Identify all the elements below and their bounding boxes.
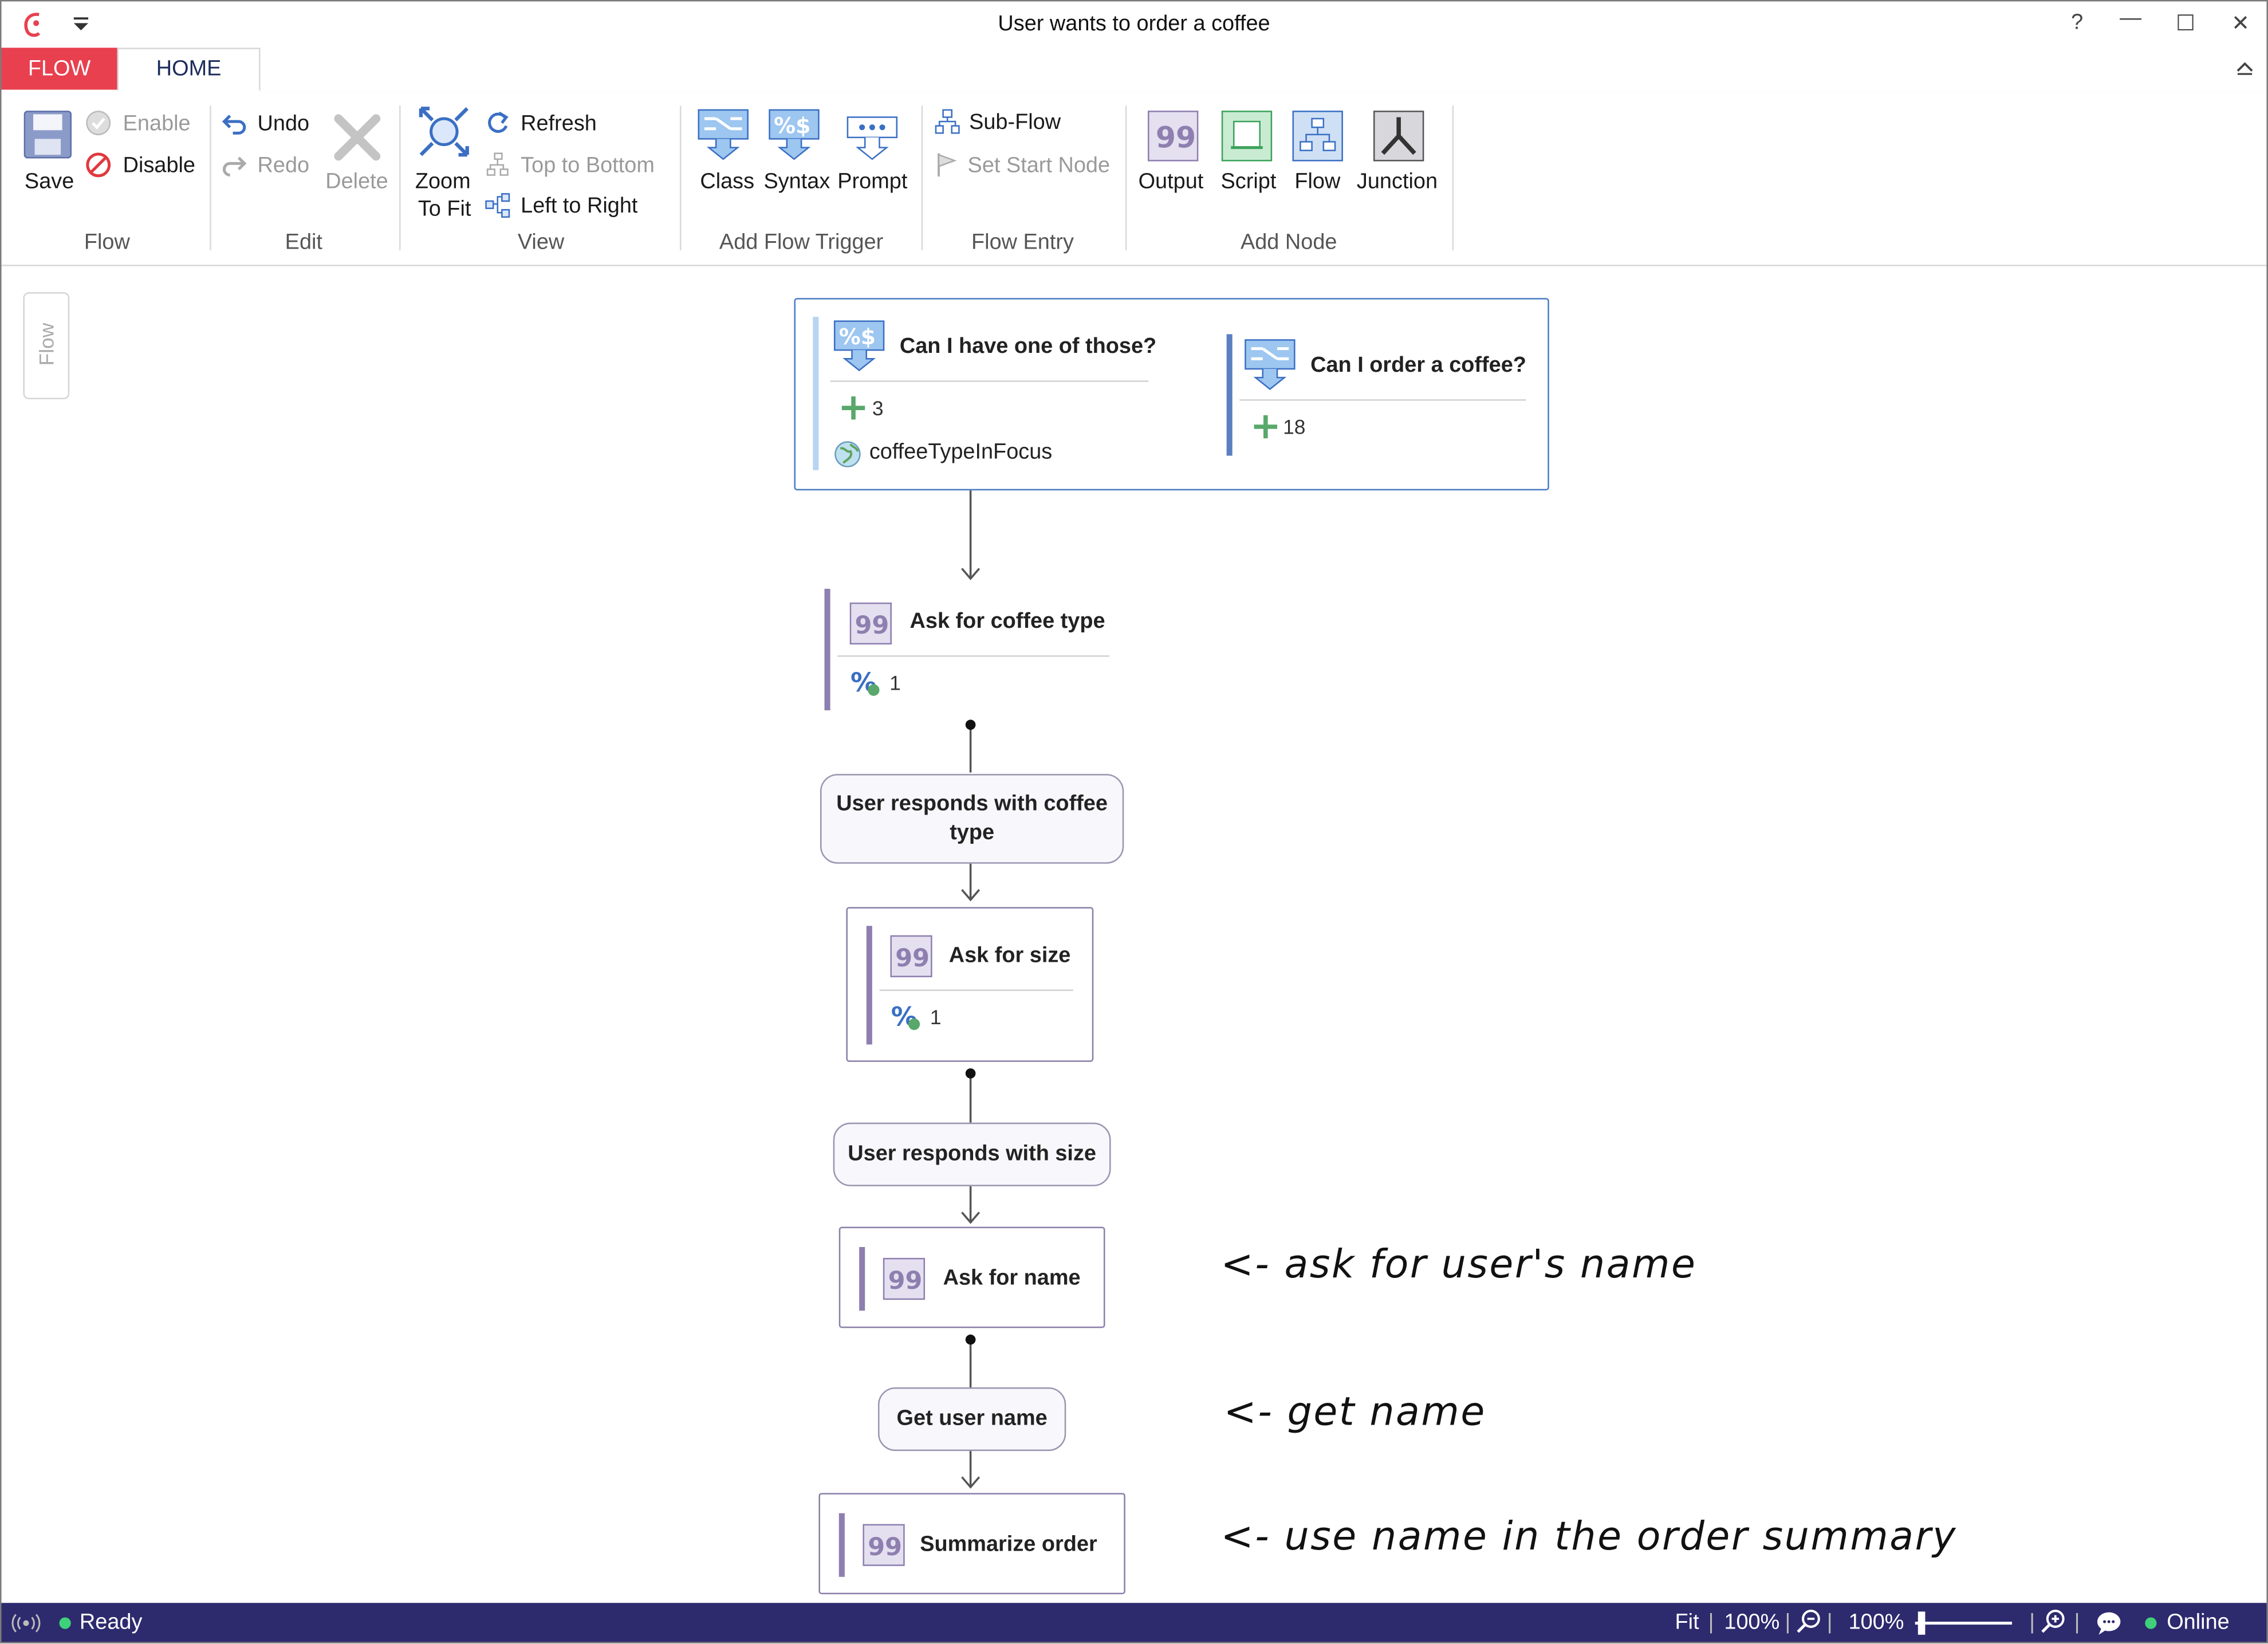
ask-size-count: 1	[930, 1005, 942, 1029]
node-bar	[838, 1513, 845, 1577]
ask-coffee-type-count: 1	[889, 671, 901, 695]
annotation-ask-name: <- ask for user's name	[1220, 1242, 1697, 1288]
node-bar	[859, 1246, 865, 1311]
svg-text:99: 99	[855, 611, 889, 640]
connector-dot	[965, 1068, 976, 1079]
connector-dot	[965, 1334, 976, 1345]
zoom-in-icon[interactable]	[2039, 1608, 2069, 1634]
node-bar	[824, 588, 830, 711]
syntax-mapping-icon: %	[891, 1002, 920, 1032]
ask-size-node[interactable]: 99 Ask for size % 1	[846, 907, 1094, 1062]
divider	[1239, 399, 1526, 401]
svg-text:99: 99	[888, 1267, 923, 1295]
summarize-order-title: Summarize order	[920, 1532, 1097, 1557]
output-node-icon: 99	[849, 602, 892, 645]
zoom-slider-track[interactable]	[1915, 1622, 2012, 1625]
divider	[837, 655, 1110, 657]
fit-button[interactable]: Fit	[1675, 1610, 1699, 1635]
ask-coffee-type-node[interactable]: 99 Ask for coffee type % 1	[823, 588, 1118, 711]
node-bar	[866, 926, 872, 1045]
divider	[830, 380, 1149, 382]
broadcast-icon	[11, 1614, 41, 1633]
online-status-dot	[2145, 1617, 2157, 1629]
trigger-a-variable: coffeeTypeInFocus	[869, 439, 1053, 465]
summarize-order-node[interactable]: 99 Summarize order	[818, 1493, 1125, 1595]
ask-coffee-type-title: Ask for coffee type	[909, 609, 1105, 634]
zoom-out-icon[interactable]	[1795, 1608, 1824, 1634]
syntax-mapping-icon: %	[850, 667, 880, 698]
trigger-b-title: Can I order a coffee?	[1310, 353, 1526, 378]
syntax-trigger-icon: %$	[833, 320, 885, 372]
trigger-a-bar	[813, 317, 819, 470]
ready-status-dot	[59, 1617, 71, 1629]
status-online: Online	[2167, 1610, 2230, 1635]
status-ready: Ready	[79, 1610, 143, 1635]
class-trigger-icon	[1245, 339, 1296, 390]
zoom-percent: 100%	[1848, 1610, 1904, 1635]
annotation-summary: <- use name in the order summary	[1220, 1515, 1958, 1560]
svg-text:99: 99	[868, 1533, 902, 1562]
output-node-icon: 99	[863, 1524, 905, 1566]
trigger-group-node[interactable]: %$ Can I have one of those? 3 coffeeType…	[794, 298, 1549, 491]
status-bar: Ready Fit | 100% | | 100% | | Online	[1, 1603, 2267, 1642]
output-node-icon: 99	[883, 1257, 926, 1300]
trigger-a-title: Can I have one of those?	[899, 334, 1157, 359]
app-window: User wants to order a coffee ? — ☐ ✕ FLO…	[0, 0, 2268, 1643]
connector-lines	[961, 490, 981, 1489]
responds-size-node[interactable]: User responds with size	[833, 1122, 1111, 1186]
get-user-name-node[interactable]: Get user name	[877, 1387, 1066, 1452]
plus-icon	[1254, 415, 1278, 439]
connector-dot	[965, 719, 976, 730]
divider	[879, 989, 1073, 991]
ask-size-title: Ask for size	[948, 943, 1071, 968]
ask-name-title: Ask for name	[943, 1265, 1081, 1291]
trigger-b-count: 18	[1283, 415, 1306, 439]
svg-text:%$: %$	[839, 324, 876, 349]
plus-icon	[841, 396, 865, 420]
svg-text:99: 99	[895, 944, 930, 973]
zoom-level: 100%	[1724, 1610, 1780, 1635]
responds-coffee-type-node[interactable]: User responds with coffee type	[820, 774, 1124, 864]
output-node-icon: 99	[890, 935, 932, 977]
chat-icon[interactable]	[2094, 1610, 2124, 1636]
annotation-get-name: <- get name	[1223, 1390, 1486, 1435]
ask-name-node[interactable]: 99 Ask for name	[838, 1226, 1105, 1328]
trigger-b-bar	[1226, 334, 1233, 456]
trigger-a-count: 3	[872, 396, 884, 420]
globe-variable-icon	[834, 441, 861, 467]
zoom-slider-thumb[interactable]	[1917, 1611, 1926, 1635]
